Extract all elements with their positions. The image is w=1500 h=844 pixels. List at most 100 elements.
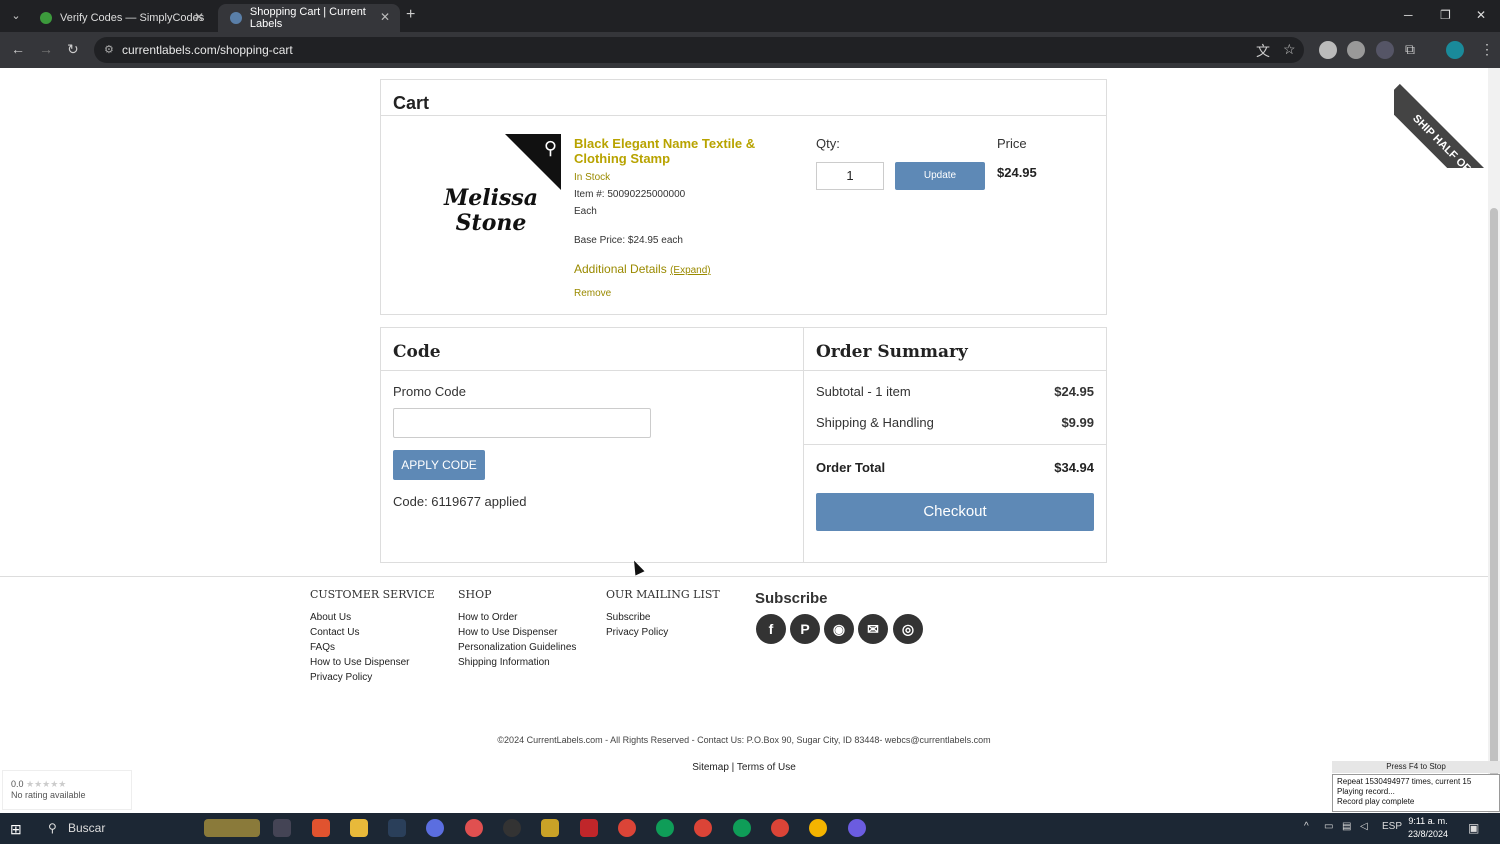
footer-link-privacy[interactable]: Privacy Policy: [310, 670, 435, 685]
network-icon[interactable]: ▤: [1342, 821, 1351, 832]
email-icon[interactable]: ✉: [858, 614, 888, 644]
sitemap-link[interactable]: Sitemap: [692, 762, 729, 773]
chrome-icon[interactable]: [656, 819, 674, 837]
promo-code-input[interactable]: [393, 408, 651, 438]
order-total-label: Order Total: [816, 460, 886, 475]
task-view-icon[interactable]: [273, 819, 291, 837]
tab-shopping-cart[interactable]: Shopping Cart | Current Labels ✕: [218, 4, 400, 32]
chrome-icon[interactable]: [771, 819, 789, 837]
terms-link[interactable]: Terms of Use: [737, 762, 796, 773]
brave-browser-icon[interactable]: [312, 819, 330, 837]
footer-link-dispenser[interactable]: How to Use Dispenser: [458, 625, 576, 640]
instagram-icon[interactable]: ◎: [893, 614, 923, 644]
back-arrow-icon[interactable]: ←: [11, 41, 25, 57]
order-total-row: Order Total $34.94: [816, 460, 1094, 475]
scrollbar-thumb[interactable]: [1490, 208, 1498, 808]
pinterest-icon[interactable]: P: [790, 614, 820, 644]
address-bar[interactable]: ⚙ currentlabels.com/shopping-cart: [94, 37, 1304, 63]
notification-icon[interactable]: ▣: [1468, 821, 1479, 835]
zoom-magnifier-icon[interactable]: ⚲: [544, 138, 557, 159]
tab-search-chevron-icon[interactable]: ⌄: [6, 6, 26, 26]
facebook-icon[interactable]: f: [756, 614, 786, 644]
footer-link-contact-us[interactable]: Contact Us: [310, 625, 435, 640]
footer-link-dispenser[interactable]: How to Use Dispenser: [310, 655, 435, 670]
tray-device-icon[interactable]: ▭: [1324, 821, 1333, 832]
code-heading: Code: [381, 328, 803, 371]
recorder-title: Press F4 to Stop: [1332, 761, 1500, 773]
footer-bottom-links: Sitemap | Terms of Use: [0, 762, 1488, 773]
summary-divider: [804, 444, 1106, 445]
ship-half-off-banner[interactable]: SHIP HALF OFF: [1394, 68, 1488, 168]
chrome-icon[interactable]: [694, 819, 712, 837]
chrome-icon[interactable]: [618, 819, 636, 837]
footer-link-shipping[interactable]: Shipping Information: [458, 655, 576, 670]
product-info: Black Elegant Name Textile & Clothing St…: [574, 136, 794, 299]
reload-icon[interactable]: ↻: [67, 41, 79, 58]
product-name-link[interactable]: Black Elegant Name Textile & Clothing St…: [574, 136, 794, 166]
profile-avatar[interactable]: [1446, 41, 1464, 59]
forward-arrow-icon[interactable]: →: [39, 41, 53, 57]
subtotal-row: Subtotal - 1 item $24.95: [816, 384, 1094, 399]
maximize-button[interactable]: ❐: [1440, 8, 1451, 22]
preview-line-1: Melissa: [443, 185, 539, 211]
shield-extension-icon[interactable]: [1376, 41, 1394, 59]
bookmark-star-icon[interactable]: ☆: [1283, 41, 1296, 58]
recorder-log: Repeat 1530494977 times, current 15 Play…: [1332, 774, 1500, 812]
item-number: Item #: 50090225000000: [574, 189, 686, 200]
windows-start-icon[interactable]: ⊞: [10, 821, 26, 837]
extension-icon[interactable]: [1319, 41, 1337, 59]
discord-icon[interactable]: [848, 819, 866, 837]
app-flame-icon[interactable]: [580, 819, 598, 837]
rating-widget[interactable]: 0.0 ★★★★★ No rating available: [2, 770, 132, 810]
footer-link-faqs[interactable]: FAQs: [310, 640, 435, 655]
close-tab-icon[interactable]: ✕: [194, 10, 204, 24]
additional-details-label: Additional Details: [574, 262, 667, 276]
unit-label: Each: [574, 206, 597, 217]
volume-icon[interactable]: ◁: [1360, 821, 1368, 832]
qty-label: Qty:: [816, 136, 840, 151]
subscribe-heading: Subscribe: [755, 590, 828, 607]
footer-link-about-us[interactable]: About Us: [310, 610, 435, 625]
product-thumbnail[interactable]: ⚲ Melissa Stone: [411, 134, 561, 264]
apply-code-button[interactable]: APPLY CODE: [393, 450, 485, 480]
rss-icon[interactable]: ◉: [824, 614, 854, 644]
checkout-button[interactable]: Checkout: [816, 493, 1094, 531]
translate-icon[interactable]: ⽂: [1256, 41, 1270, 61]
app-circle-icon[interactable]: [503, 819, 521, 837]
puzzle-extensions-icon[interactable]: ⧉: [1405, 41, 1415, 58]
footer-link-how-to-order[interactable]: How to Order: [458, 610, 576, 625]
file-explorer-icon[interactable]: [350, 819, 368, 837]
minimize-button[interactable]: ─: [1404, 8, 1413, 22]
shipping-label: Shipping & Handling: [816, 415, 934, 430]
tab-title: Verify Codes — SimplyCodes: [60, 12, 205, 24]
tray-chevron-icon[interactable]: ^: [1304, 821, 1309, 832]
recorder-line: Repeat 1530494977 times, current 15: [1337, 777, 1472, 786]
app-globe-icon[interactable]: [426, 819, 444, 837]
app-gold-icon[interactable]: [541, 819, 559, 837]
close-tab-icon[interactable]: ✕: [380, 10, 390, 24]
app-red-icon[interactable]: [465, 819, 483, 837]
steam-icon[interactable]: [388, 819, 406, 837]
subtotal-label: Subtotal - 1 item: [816, 384, 911, 399]
chrome-icon[interactable]: [733, 819, 751, 837]
new-tab-button[interactable]: +: [406, 6, 415, 24]
footer-customer-service: CUSTOMER SERVICE About Us Contact Us FAQ…: [310, 588, 435, 685]
menu-kebab-icon[interactable]: ⋮: [1480, 41, 1494, 58]
rating-score-row: 0.0 ★★★★★: [11, 779, 123, 790]
footer-link-subscribe[interactable]: Subscribe: [606, 610, 720, 625]
remove-link[interactable]: Remove: [574, 288, 794, 299]
search-highlight-image[interactable]: [204, 819, 260, 837]
chrome-icon[interactable]: [809, 819, 827, 837]
quantity-input[interactable]: 1: [816, 162, 884, 190]
site-info-icon[interactable]: ⚙: [104, 37, 114, 63]
recorder-line: Playing record...: [1337, 787, 1395, 796]
extension-d-icon[interactable]: [1347, 41, 1365, 59]
tab-verify-codes[interactable]: Verify Codes — SimplyCodes ✕: [28, 4, 214, 32]
expand-link[interactable]: (Expand): [670, 265, 711, 276]
taskbar-clock[interactable]: 9:11 a. m. 23/8/2024: [1396, 815, 1460, 841]
update-button[interactable]: Update: [895, 162, 985, 190]
footer-link-personalization[interactable]: Personalization Guidelines: [458, 640, 576, 655]
page-scrollbar[interactable]: [1488, 68, 1500, 813]
footer-link-privacy[interactable]: Privacy Policy: [606, 625, 720, 640]
close-window-button[interactable]: ✕: [1476, 8, 1486, 22]
